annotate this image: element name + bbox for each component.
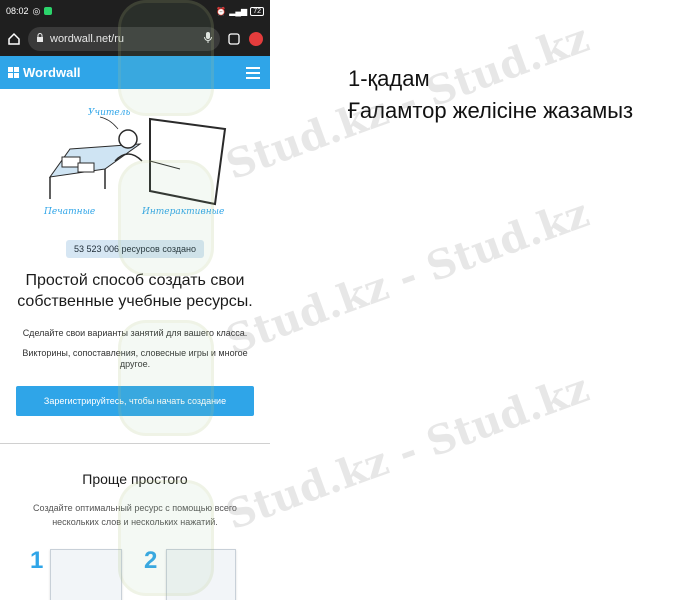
lock-icon [36,32,44,46]
app-notification-icon [44,7,53,15]
logo-text: Wordwall [23,65,81,80]
profile-avatar-icon[interactable] [248,31,264,47]
signup-button[interactable]: Зарегистрируйтесь, чтобы начать создание [16,386,254,416]
resources-counter-badge: 53 523 006 ресурсов создано [65,240,204,258]
section-title: Проще простого [82,471,188,487]
home-icon[interactable] [6,31,22,47]
step-number-1: 1 [30,547,44,574]
steps-preview: 1 2 [0,547,270,600]
alarm-icon: ⏰ [216,6,227,16]
tabs-icon[interactable] [226,31,242,47]
hero-label-teacher: Учитель [88,108,130,118]
status-time: 08:02 [6,6,29,16]
hero-illustration: Учитель Печатные Интерактивные [0,89,270,237]
description-line-1: Сделайте свои варианты занятий для вашег… [22,328,248,338]
signal-icon: ▂▄▆ [229,6,248,16]
watermark-text: Stud.kz - Stud.kz [220,364,596,540]
description-line-2: Викторины, сопоставления, словесные игры… [22,348,248,369]
main-headline: Простой способ создать свои собственные … [17,272,253,310]
whatsapp-icon: ◎ [32,5,41,16]
battery-indicator: 72 [250,6,264,16]
slide-caption: 1-қадам Ғаламтор желісіне жазамыз [348,63,633,127]
hero-label-print: Печатные [43,207,95,217]
browser-toolbar: wordwall.net/ru [0,22,270,56]
caption-instruction: Ғаламтор желісіне жазамыз [348,98,634,123]
step-number-2: 2 [144,547,158,574]
section-divider [0,443,270,444]
caption-step: 1-қадам [348,66,430,91]
step-2-screenshot [166,549,236,600]
step-1-screenshot [50,549,122,600]
watermark-text: Stud.kz - Stud.kz [220,189,596,365]
phone-screenshot: 08:02 ◎ ⏰ ▂▄▆ 72 wordwall.net/ru Wordwal… [0,0,270,600]
logo-grid-icon [8,67,19,78]
url-text: wordwall.net/ru [50,33,124,45]
section-description: Создайте оптимальный ресурс с помощью вс… [33,503,237,527]
wordwall-logo[interactable]: Wordwall [8,65,81,80]
address-bar[interactable]: wordwall.net/ru [28,27,220,51]
microphone-icon[interactable] [204,31,212,47]
site-header: Wordwall [0,56,270,89]
hero-label-interactive: Интерактивные [141,207,224,217]
status-bar: 08:02 ◎ ⏰ ▂▄▆ 72 [0,0,270,22]
hamburger-menu-icon[interactable] [246,66,260,79]
